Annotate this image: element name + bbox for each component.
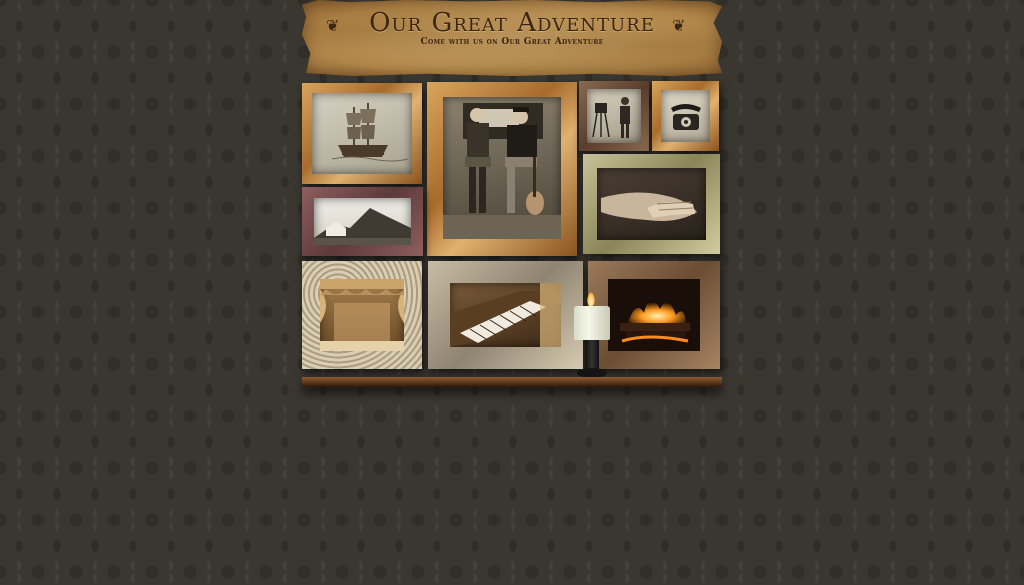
candle-wax	[574, 306, 610, 340]
title-banner: ❦ Our Great Adventure ❦ Come with us on …	[302, 0, 722, 76]
band-photo-icon	[443, 97, 561, 239]
wooden-shelf	[302, 377, 722, 387]
frame-mountain[interactable]	[302, 187, 423, 256]
frame-stage[interactable]	[302, 261, 422, 369]
flame-icon	[587, 292, 595, 306]
stage-icon	[320, 279, 404, 351]
site-title: Our Great Adventure	[369, 8, 655, 38]
camera-icon	[587, 89, 641, 143]
site-subtitle: Come with us on Our Great Adventure	[420, 37, 604, 47]
frame-camera[interactable]	[579, 81, 649, 151]
mountain-icon	[314, 198, 411, 245]
frame-hands[interactable]	[583, 154, 720, 254]
ship-icon	[312, 93, 412, 174]
flourish-right-icon: ❦	[672, 16, 686, 35]
candlestick	[585, 340, 599, 370]
frame-band[interactable]	[427, 82, 577, 256]
fireplace-icon	[608, 279, 700, 351]
candle-icon	[574, 292, 610, 378]
piano-icon	[450, 283, 561, 347]
frame-telephone[interactable]	[652, 81, 719, 151]
frame-ship[interactable]	[302, 83, 422, 184]
hands-icon	[597, 168, 706, 240]
telephone-icon	[661, 90, 710, 142]
frame-piano[interactable]	[428, 261, 583, 369]
gallery-wall: ❦ Our Great Adventure ❦ Come with us on …	[302, 0, 722, 392]
